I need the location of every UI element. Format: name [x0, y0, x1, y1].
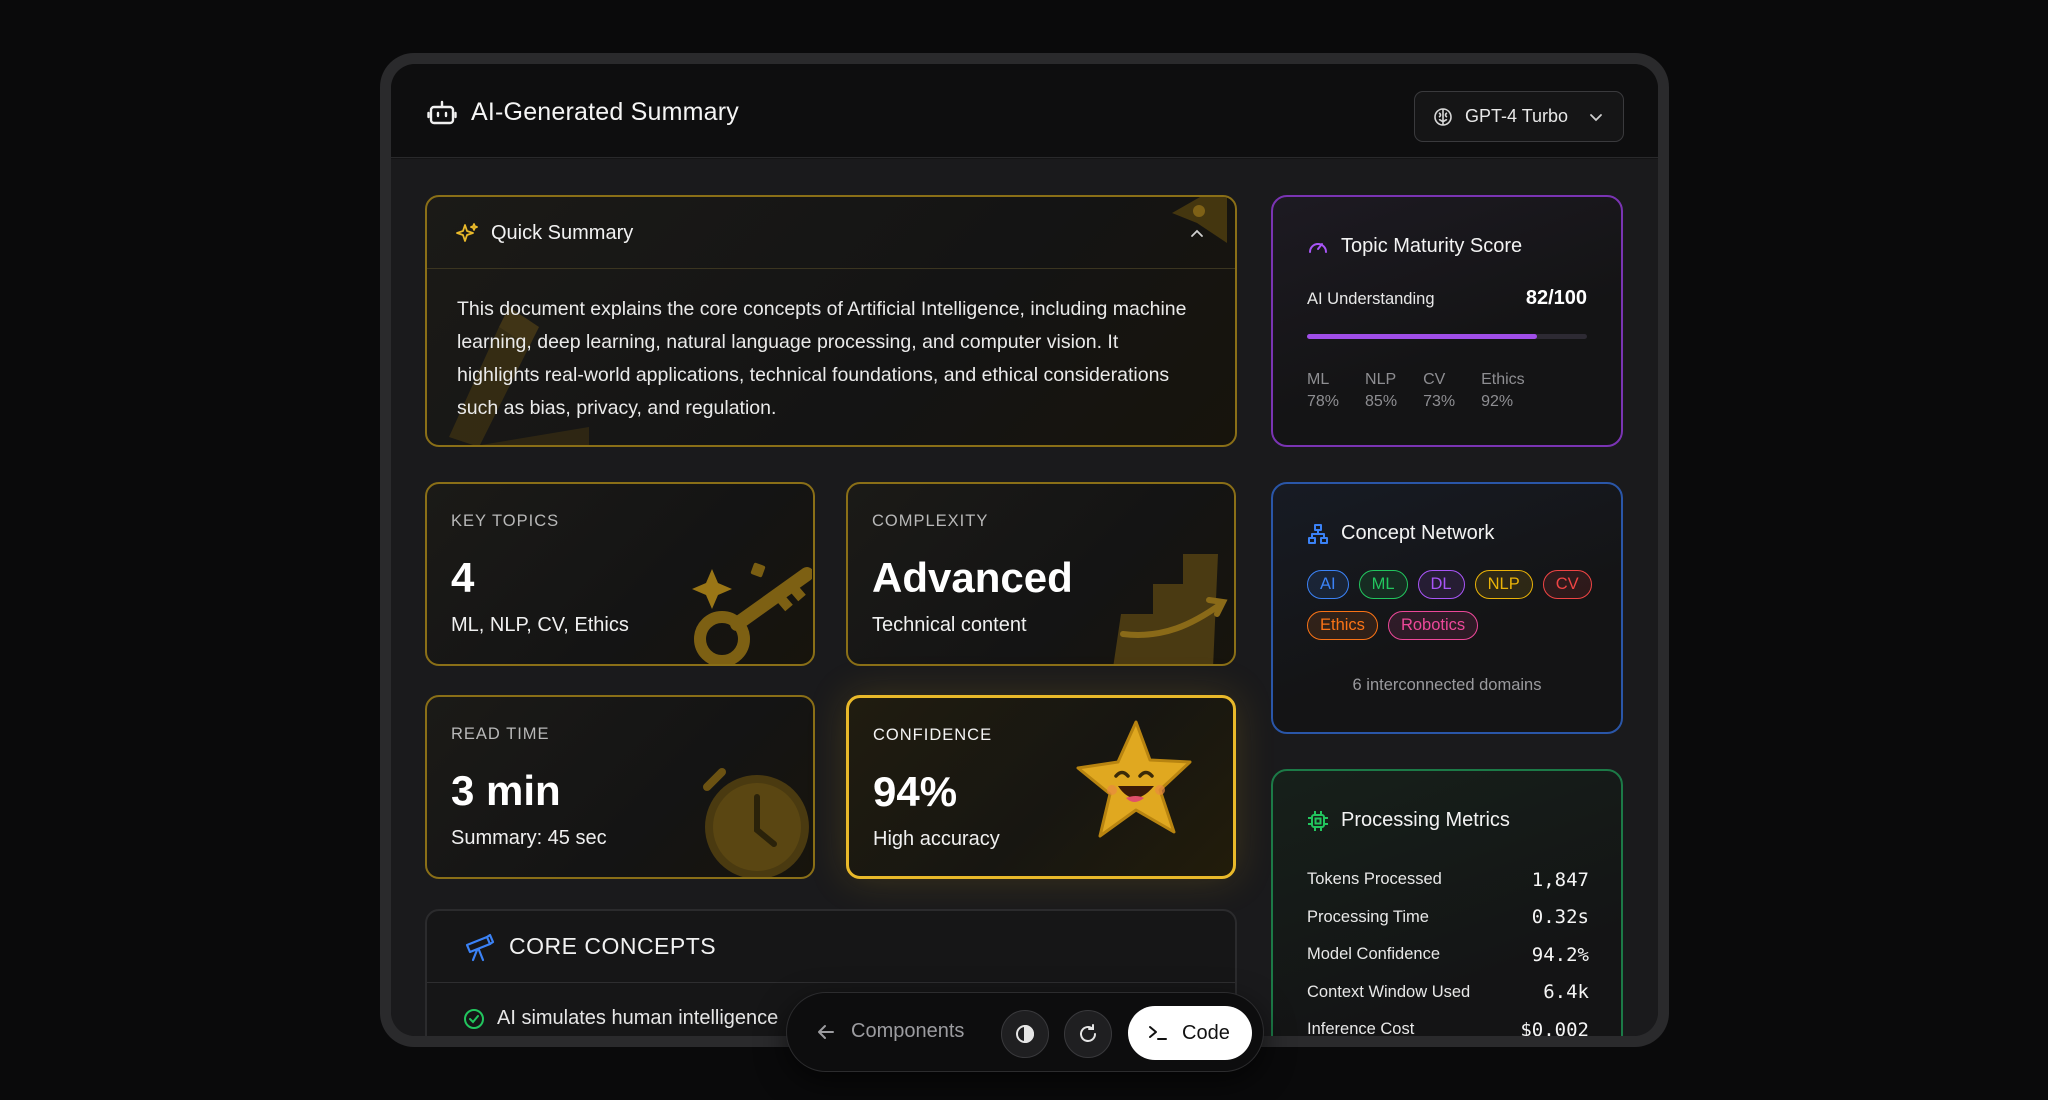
key-illustration-icon — [692, 562, 812, 664]
list-item: AI simulates human intelligence — [463, 1007, 778, 1030]
bottom-toolbar: Components Code — [786, 992, 1264, 1072]
table-row: Processing Time 0.32s — [1307, 906, 1589, 929]
concept-chip[interactable]: NLP — [1474, 570, 1533, 599]
code-label: Code — [1182, 1021, 1230, 1044]
breakdown-item: NLP 85% — [1365, 371, 1398, 410]
star-face-icon — [1076, 720, 1192, 838]
clock-illustration-icon — [703, 768, 809, 877]
maturity-progress-bar — [1307, 334, 1587, 339]
table-row: Inference Cost $0.002 — [1307, 1018, 1589, 1036]
quick-summary-text: This document explains the core concepts… — [457, 298, 1187, 419]
stat-caption: KEY TOPICS — [451, 512, 560, 530]
top-bar: AI-Generated Summary GPT-4 Turbo — [391, 64, 1658, 158]
code-button[interactable]: Code — [1128, 1006, 1252, 1060]
sparkles-icon — [456, 223, 478, 242]
check-circle-icon — [464, 1008, 484, 1029]
device-frame: AI-Generated Summary GPT-4 Turbo Quick S… — [380, 53, 1669, 1047]
contrast-icon — [1016, 1024, 1034, 1044]
telescope-icon — [465, 933, 495, 962]
stairs-chart-icon — [1113, 554, 1228, 664]
processing-metrics-title: Processing Metrics — [1341, 809, 1510, 831]
breakdown-item: ML 78% — [1307, 371, 1340, 410]
topic-maturity-title: Topic Maturity Score — [1341, 235, 1523, 257]
arrow-left-icon — [818, 1024, 834, 1039]
main-content: Quick Summary This document explains the… — [391, 159, 1658, 1036]
stat-subtitle: High accuracy — [873, 828, 1000, 850]
concept-chip[interactable]: CV — [1542, 570, 1592, 599]
app-window: AI-Generated Summary GPT-4 Turbo Quick S… — [391, 64, 1658, 1036]
stat-caption: COMPLEXITY — [872, 512, 989, 530]
maturity-progress-fill — [1307, 334, 1537, 339]
stat-subtitle: ML, NLP, CV, Ethics — [451, 614, 629, 636]
concept-chips: AI ML DL NLP CV Ethics Robotics — [1307, 570, 1597, 640]
confidence-card: CONFIDENCE 94% High accuracy — [846, 695, 1236, 879]
metrics-table: Tokens Processed 1,847 Processing Time 0.3… — [1307, 861, 1589, 1036]
maturity-score: 82/100 — [1525, 287, 1587, 309]
read-time-card: READ TIME 3 min Summary: 45 sec — [425, 695, 815, 879]
complexity-card: COMPLEXITY Advanced Technical content — [846, 482, 1236, 666]
stat-caption: CONFIDENCE — [873, 726, 993, 744]
quick-summary-title: Quick Summary — [491, 222, 634, 244]
concept-network-footer: 6 interconnected domains — [1352, 676, 1542, 694]
stat-subtitle: Summary: 45 sec — [451, 827, 607, 849]
back-to-components-button[interactable]: Components — [817, 1020, 964, 1043]
refresh-button[interactable] — [1064, 1010, 1112, 1058]
stat-value: 94% — [873, 768, 958, 815]
stat-value: 3 min — [451, 767, 561, 814]
gauge-icon — [1309, 242, 1327, 253]
table-row: Tokens Processed 1,847 — [1307, 868, 1589, 891]
table-row: Model Confidence 94.2% — [1307, 943, 1589, 966]
brain-icon — [1434, 107, 1452, 126]
breakdown-item: CV 73% — [1423, 371, 1456, 410]
robot-icon — [427, 100, 457, 125]
theme-toggle-button[interactable] — [1001, 1010, 1049, 1058]
concept-chip[interactable]: AI — [1307, 570, 1349, 599]
quick-summary-header[interactable]: Quick Summary — [427, 197, 1235, 269]
concept-network-header: Concept Network — [1307, 522, 1494, 545]
core-concepts-title: CORE CONCEPTS — [509, 933, 717, 959]
maturity-score-row: AI Understanding 82/100 — [1307, 287, 1587, 310]
maturity-label: AI Understanding — [1307, 290, 1435, 308]
stat-value: Advanced — [872, 554, 1073, 601]
model-selector[interactable]: GPT-4 Turbo — [1414, 91, 1624, 142]
list-item-text: AI simulates human intelligence — [497, 1007, 779, 1029]
stat-caption: READ TIME — [451, 725, 550, 743]
chevron-down-icon — [1590, 114, 1602, 122]
chevron-up-icon[interactable] — [1189, 225, 1205, 241]
concept-chip[interactable]: Robotics — [1387, 611, 1479, 640]
back-label: Components — [851, 1020, 965, 1042]
refresh-icon — [1080, 1024, 1096, 1042]
topic-maturity-header: Topic Maturity Score — [1307, 235, 1522, 258]
quick-summary-card: Quick Summary This document explains the… — [425, 195, 1237, 447]
page-title: AI-Generated Summary — [471, 98, 739, 126]
concept-chip[interactable]: DL — [1417, 570, 1465, 599]
processing-metrics-card: Processing Metrics Tokens Processed 1,847… — [1271, 769, 1623, 1036]
terminal-icon — [1149, 1026, 1167, 1040]
stat-subtitle: Technical content — [872, 614, 1027, 636]
concept-network-title: Concept Network — [1341, 522, 1495, 544]
key-topics-card: KEY TOPICS 4 ML, NLP, CV, Ethics — [425, 482, 815, 666]
concept-chip[interactable]: ML — [1358, 570, 1408, 599]
topic-maturity-card: Topic Maturity Score AI Understanding 82… — [1271, 195, 1623, 447]
maturity-breakdown: ML 78% NLP 85% CV 73% Ethics 92% — [1307, 369, 1525, 413]
breakdown-item: Ethics 92% — [1481, 371, 1525, 410]
cpu-icon — [1308, 810, 1328, 831]
table-row: Context Window Used 6.4k — [1307, 981, 1589, 1004]
network-icon — [1308, 523, 1328, 544]
model-selector-label: GPT-4 Turbo — [1465, 106, 1569, 126]
processing-metrics-header: Processing Metrics — [1307, 809, 1510, 832]
concept-network-card: Concept Network AI ML DL NLP CV Ethics R… — [1271, 482, 1623, 734]
stat-value: 4 — [451, 554, 475, 601]
concept-chip[interactable]: Ethics — [1307, 611, 1378, 640]
core-concepts-header: CORE CONCEPTS — [427, 911, 1235, 983]
